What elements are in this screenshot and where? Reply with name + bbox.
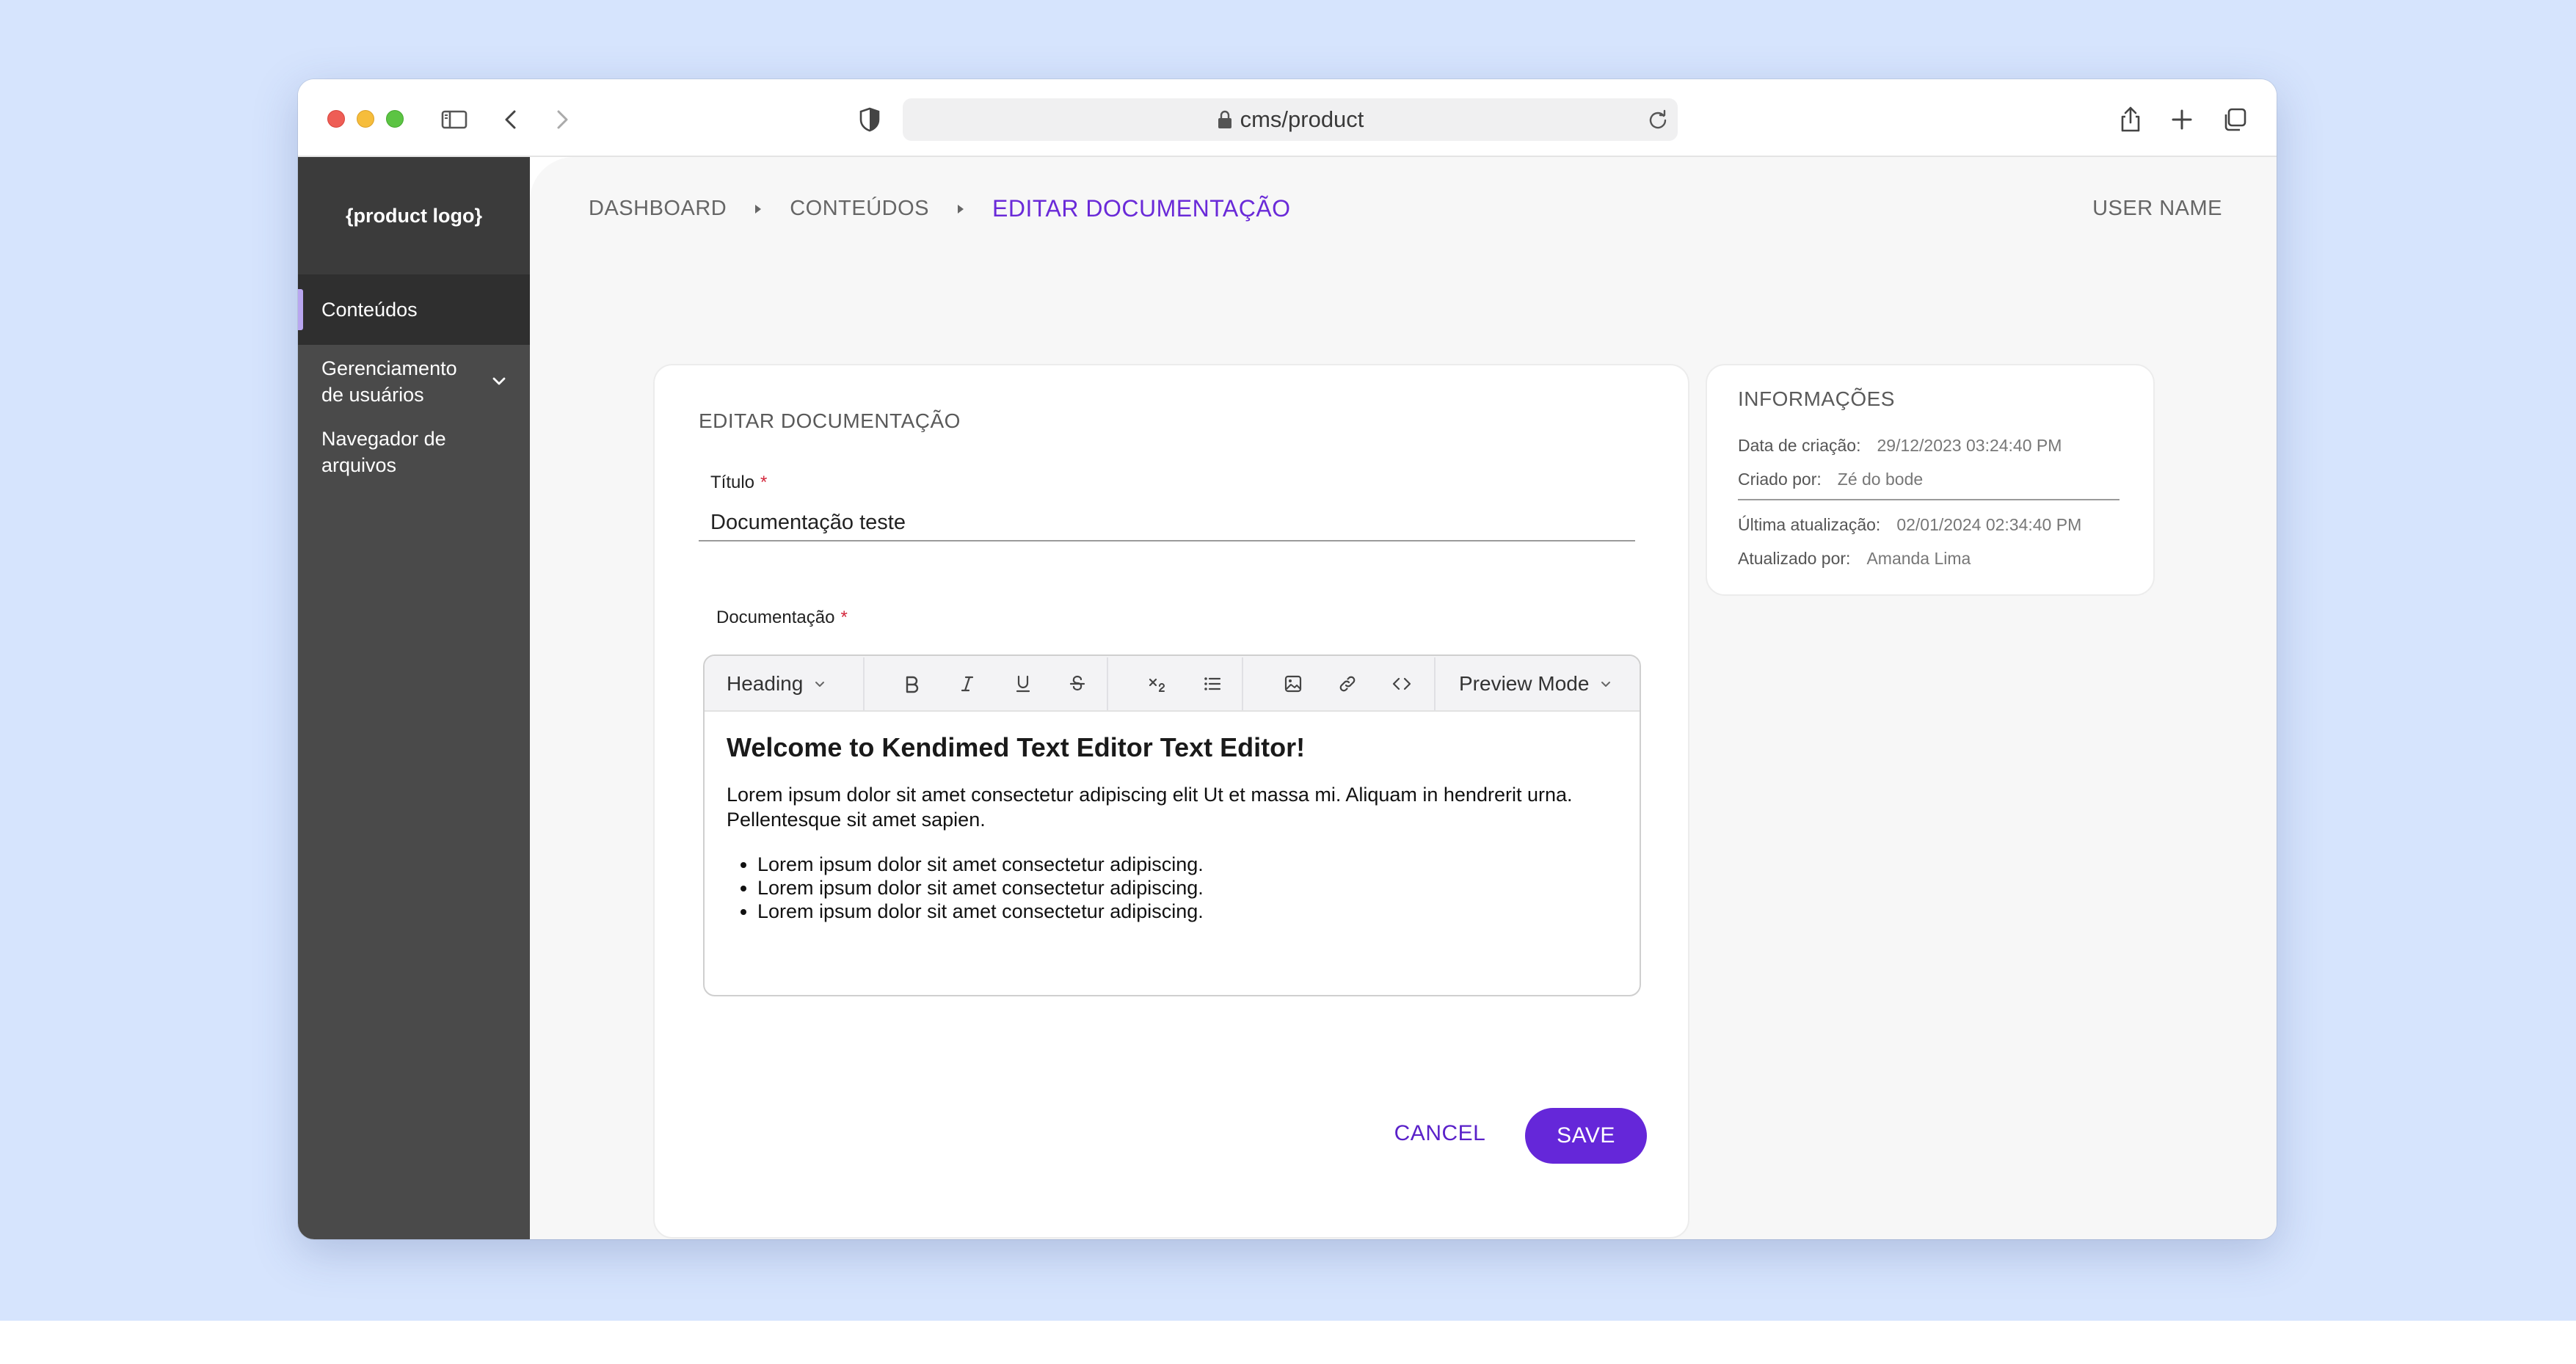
info-updated-row: Última atualização: 02/01/2024 02:34:40 P… — [1738, 515, 2081, 535]
rich-text-editor[interactable]: Heading Preview Mode Welcome to Kendimed… — [703, 654, 1641, 996]
info-created-row: Data de criação: 29/12/2023 03:24:40 PM — [1738, 436, 2062, 456]
heading-select-value: Heading — [727, 672, 804, 695]
subscript-icon — [1149, 678, 1165, 692]
browser-window: cms/product {product logo} Conteúdos Ger… — [298, 79, 2277, 1239]
bullet-list-icon — [1204, 677, 1221, 690]
share-icon[interactable] — [2114, 103, 2147, 136]
image-icon — [1284, 675, 1302, 693]
tabs-overview-icon[interactable] — [2218, 103, 2252, 136]
list-item: Lorem ipsum dolor sit amet consectetur a… — [757, 900, 1622, 923]
info-created-by-label: Criado por: — [1738, 470, 1822, 489]
info-updated-value: 02/01/2024 02:34:40 PM — [1896, 515, 2082, 534]
minimize-window-button[interactable] — [357, 110, 374, 128]
subscript-button[interactable] — [1143, 669, 1173, 699]
toolbar-divider — [863, 657, 865, 710]
editor-heading: Welcome to Kendimed Text Editor Text Edi… — [727, 732, 1306, 762]
chevron-down-icon[interactable] — [487, 370, 511, 393]
cancel-button[interactable]: CANCEL — [1389, 1108, 1491, 1159]
caret-right-icon — [958, 204, 964, 214]
info-updated-by-row: Atualizado por: Amanda Lima — [1738, 549, 1971, 569]
code-icon — [1392, 677, 1411, 690]
back-arrow-icon[interactable] — [495, 103, 528, 136]
close-window-button[interactable] — [327, 110, 345, 128]
maximize-window-button[interactable] — [386, 110, 404, 128]
shield-icon[interactable] — [853, 103, 887, 136]
browser-titlebar: cms/product — [298, 79, 2277, 157]
sidebar-item-navegador-arquivos[interactable]: Navegador de arquivos — [298, 426, 530, 478]
titulo-label: Título * — [710, 473, 767, 493]
list-item: Lorem ipsum dolor sit amet consectetur a… — [757, 876, 1622, 900]
info-created-label: Data de criação: — [1738, 436, 1861, 455]
chevron-down-icon — [815, 682, 825, 687]
sidebar-item-conteudos[interactable]: Conteúdos — [298, 274, 530, 345]
caret-right-icon — [755, 204, 762, 214]
chevron-down-icon — [1601, 682, 1611, 687]
required-mark: * — [760, 473, 768, 492]
italic-button[interactable] — [953, 669, 982, 699]
breadcrumb: DASHBOARD CONTEÚDOS EDITAR DOCUMENTAÇÃO — [589, 195, 1291, 222]
address-bar[interactable]: cms/product — [903, 98, 1678, 141]
link-icon — [1339, 676, 1356, 692]
editor-bullet-list: Lorem ipsum dolor sit amet consectetur a… — [727, 853, 1622, 923]
toolbar-divider — [1434, 657, 1436, 710]
bold-icon — [906, 676, 919, 693]
reload-icon[interactable] — [1645, 107, 1670, 132]
info-updated-by-label: Atualizado por: — [1738, 549, 1851, 568]
info-created-by-value: Zé do bode — [1837, 470, 1924, 489]
new-tab-icon[interactable] — [2165, 103, 2199, 136]
sidebar: {product logo} Conteúdos Gerenciamento d… — [298, 157, 530, 1239]
underline-icon — [1016, 675, 1030, 693]
user-name[interactable]: USER NAME — [2092, 197, 2222, 221]
url-text: cms/product — [1240, 106, 1364, 132]
info-created-value: 29/12/2023 03:24:40 PM — [1877, 436, 2062, 455]
info-updated-by-value: Amanda Lima — [1866, 549, 1971, 568]
strikethrough-icon — [1069, 675, 1085, 691]
editor-content[interactable]: Welcome to Kendimed Text Editor Text Edi… — [727, 732, 1622, 923]
save-button[interactable]: SAVE — [1525, 1108, 1647, 1164]
editor-toolbar: Heading Preview Mode — [705, 656, 1640, 712]
preview-mode-select[interactable]: Preview Mode — [1459, 669, 1612, 699]
sidebar-item-gerenciamento-usuarios[interactable]: Gerenciamento de usuários — [298, 355, 530, 408]
list-item: Lorem ipsum dolor sit amet consectetur a… — [757, 853, 1622, 876]
editor-paragraph: Lorem ipsum dolor sit amet consectetur a… — [727, 784, 1573, 831]
sidebar-item-label: Gerenciamento de usuários — [321, 357, 457, 406]
heading-select[interactable]: Heading — [727, 669, 826, 699]
product-logo[interactable]: {product logo} — [298, 157, 530, 274]
sidebar-toggle-icon[interactable] — [437, 103, 471, 136]
info-divider — [1738, 499, 2120, 500]
toolbar-divider — [1107, 657, 1108, 710]
code-button[interactable] — [1387, 669, 1416, 699]
sidebar-item-label: Conteúdos — [321, 299, 418, 321]
info-created-by-row: Criado por: Zé do bode — [1738, 470, 1923, 489]
sidebar-item-label: Navegador de arquivos — [321, 428, 446, 476]
underline-button[interactable] — [1008, 669, 1038, 699]
info-updated-label: Última atualização: — [1738, 515, 1881, 534]
documentacao-label: Documentação * — [716, 608, 848, 628]
breadcrumb-conteudos[interactable]: CONTEÚDOS — [790, 197, 929, 221]
insert-image-button[interactable] — [1278, 669, 1308, 699]
page-bottom-strip — [0, 1321, 2576, 1364]
strikethrough-button[interactable] — [1063, 669, 1092, 699]
info-title: INFORMAÇÕES — [1738, 387, 1895, 410]
insert-link-button[interactable] — [1333, 669, 1362, 699]
main-content: DASHBOARD CONTEÚDOS EDITAR DOCUMENTAÇÃO … — [530, 157, 2277, 1239]
lock-icon — [1218, 110, 1231, 128]
edit-documentation-card: EDITAR DOCUMENTAÇÃO Título * Documentação… — [653, 364, 1689, 1239]
titulo-input[interactable] — [699, 505, 1635, 541]
documentacao-label-text: Documentação — [716, 608, 835, 627]
breadcrumb-dashboard[interactable]: DASHBOARD — [589, 197, 727, 221]
italic-icon — [961, 676, 974, 692]
forward-arrow-icon[interactable] — [545, 103, 578, 136]
preview-mode-value: Preview Mode — [1459, 672, 1590, 695]
toolbar-divider — [1242, 657, 1243, 710]
card-title: EDITAR DOCUMENTAÇÃO — [699, 409, 961, 432]
titulo-label-text: Título — [710, 473, 755, 492]
breadcrumb-current: EDITAR DOCUMENTAÇÃO — [992, 195, 1291, 222]
information-card: INFORMAÇÕES Data de criação: 29/12/2023 0… — [1706, 364, 2155, 596]
bold-button[interactable] — [897, 669, 926, 699]
required-mark: * — [840, 608, 848, 627]
bullet-list-button[interactable] — [1198, 669, 1227, 699]
